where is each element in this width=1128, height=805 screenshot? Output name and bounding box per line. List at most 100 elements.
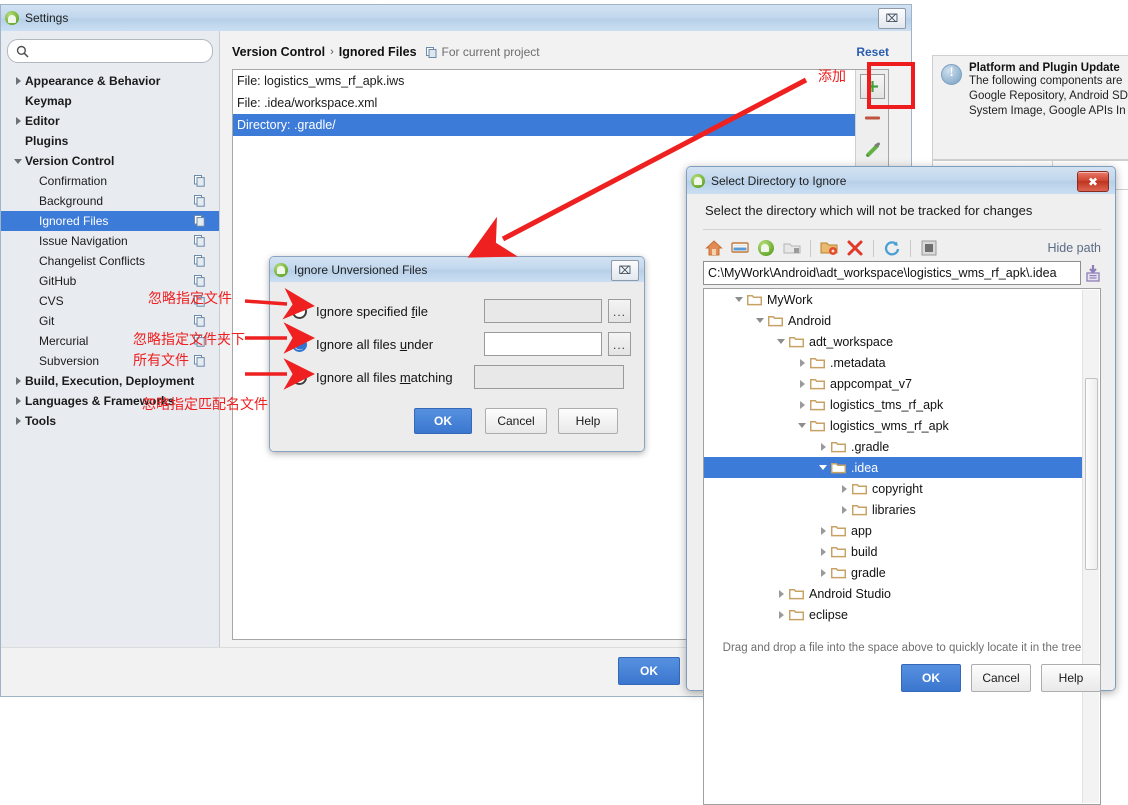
directory-tree-row[interactable]: logistics_tms_rf_apk: [704, 394, 1083, 415]
sidebar-item-confirmation[interactable]: Confirmation: [1, 171, 219, 191]
path-input[interactable]: C:\MyWork\Android\adt_workspace\logistic…: [703, 261, 1081, 285]
directory-tree-row[interactable]: eclipse: [704, 604, 1083, 625]
all-files-under-input[interactable]: [484, 332, 602, 356]
search-input[interactable]: [7, 39, 213, 63]
copy-icon[interactable]: [194, 195, 205, 210]
ignored-file-row[interactable]: File: .idea/workspace.xml: [233, 92, 856, 114]
directory-tree-row[interactable]: libraries: [704, 499, 1083, 520]
scrollbar-thumb[interactable]: [1085, 378, 1098, 570]
sidebar-item-changelist-conflicts[interactable]: Changelist Conflicts: [1, 251, 219, 271]
directory-ok-button[interactable]: OK: [901, 664, 961, 692]
chevron-down-icon[interactable]: [752, 318, 768, 323]
all-files-under-browse-button[interactable]: ...: [608, 332, 631, 356]
directory-tree-scrollbar[interactable]: [1082, 290, 1099, 803]
settings-category-tree[interactable]: Appearance & Behavior Keymap Editor Plugins…: [1, 67, 219, 431]
directory-tree-row[interactable]: .idea: [704, 457, 1083, 478]
folder-icon: [852, 483, 867, 495]
radio-ignore-all-files-matching[interactable]: [292, 369, 307, 385]
sidebar-item-issue-navigation[interactable]: Issue Navigation: [1, 231, 219, 251]
directory-dialog-close-button[interactable]: ✖: [1077, 171, 1109, 192]
sidebar-item-appearance-behavior[interactable]: Appearance & Behavior: [1, 71, 219, 91]
copy-icon[interactable]: [194, 235, 205, 250]
chevron-down-icon[interactable]: [731, 297, 747, 302]
sidebar-item-tools[interactable]: Tools: [1, 411, 219, 431]
directory-tree-row[interactable]: MyWork: [704, 289, 1083, 310]
copy-icon[interactable]: [194, 215, 205, 230]
directory-tree-row[interactable]: copyright: [704, 478, 1083, 499]
sidebar-item-plugins[interactable]: Plugins: [1, 131, 219, 151]
chevron-right-icon[interactable]: [815, 547, 831, 556]
reset-link[interactable]: Reset: [856, 45, 889, 59]
sidebar-item-background[interactable]: Background: [1, 191, 219, 211]
directory-tree-row[interactable]: Android: [704, 310, 1083, 331]
copy-icon[interactable]: [194, 315, 205, 330]
sidebar-item-git[interactable]: Git: [1, 311, 219, 331]
ignored-file-row[interactable]: File: logistics_wms_rf_apk.iws: [233, 70, 856, 92]
sidebar-item-editor[interactable]: Editor: [1, 111, 219, 131]
chevron-down-icon[interactable]: [773, 339, 789, 344]
radio-ignore-specified-file[interactable]: [292, 303, 307, 319]
radio-label-all-files-matching: Ignore all files matching: [316, 369, 453, 385]
directory-tree-row[interactable]: appcompat_v7: [704, 373, 1083, 394]
chevron-right-icon[interactable]: [773, 589, 789, 598]
refresh-icon[interactable]: [881, 237, 903, 259]
add-button[interactable]: [856, 70, 888, 102]
radio-row-specified-file[interactable]: Ignore specified file: [292, 300, 428, 322]
chevron-right-icon[interactable]: [773, 610, 789, 619]
directory-cancel-button[interactable]: Cancel: [971, 664, 1031, 692]
chevron-right-icon[interactable]: [836, 484, 852, 493]
directory-tree-row[interactable]: logistics_wms_rf_apk: [704, 415, 1083, 436]
directory-tree-row[interactable]: build: [704, 541, 1083, 562]
new-folder-icon[interactable]: [818, 237, 840, 259]
sidebar-item-version-control[interactable]: Version Control: [1, 151, 219, 171]
desktop-icon[interactable]: [729, 237, 751, 259]
directory-tree[interactable]: MyWork Android adt_workspace .metadata appco…: [703, 288, 1101, 805]
copy-icon[interactable]: [194, 255, 205, 270]
directory-tree-row[interactable]: app: [704, 520, 1083, 541]
sidebar-item-ignored-files[interactable]: Ignored Files: [1, 211, 219, 231]
directory-tree-row[interactable]: .gradle: [704, 436, 1083, 457]
ignore-dialog-close-button[interactable]: ⌧: [611, 260, 639, 281]
directory-tree-row[interactable]: Android Studio: [704, 583, 1083, 604]
chevron-down-icon[interactable]: [794, 423, 810, 428]
chevron-right-icon[interactable]: [815, 526, 831, 535]
sidebar-item-build-execution-deployment[interactable]: Build, Execution, Deployment: [1, 371, 219, 391]
copy-icon[interactable]: [194, 175, 205, 190]
directory-tree-row[interactable]: adt_workspace: [704, 331, 1083, 352]
edit-button[interactable]: [856, 134, 888, 166]
folder-locked-icon[interactable]: [781, 237, 803, 259]
chevron-right-icon[interactable]: [815, 568, 831, 577]
home-icon[interactable]: [703, 237, 725, 259]
project-icon[interactable]: [755, 237, 777, 259]
ignore-dialog-ok-button[interactable]: OK: [414, 408, 472, 434]
chevron-right-icon[interactable]: [794, 379, 810, 388]
chevron-right-icon[interactable]: [794, 358, 810, 367]
chevron-right-icon[interactable]: [815, 442, 831, 451]
radio-ignore-all-files-under[interactable]: [292, 336, 307, 352]
remove-button[interactable]: [856, 102, 888, 134]
ignore-dialog-cancel-button[interactable]: Cancel: [485, 408, 547, 434]
specified-file-browse-button[interactable]: ...: [608, 299, 631, 323]
specified-file-input[interactable]: [484, 299, 602, 323]
hide-path-link[interactable]: Hide path: [1047, 241, 1101, 255]
delete-icon[interactable]: [844, 237, 866, 259]
directory-tree-rows[interactable]: MyWork Android adt_workspace .metadata appco…: [704, 289, 1083, 625]
directory-tree-row[interactable]: .metadata: [704, 352, 1083, 373]
directory-help-button[interactable]: Help: [1041, 664, 1101, 692]
ignore-dialog-help-button[interactable]: Help: [558, 408, 618, 434]
save-icon[interactable]: [1085, 264, 1101, 282]
copy-icon[interactable]: [194, 355, 205, 370]
all-files-matching-input[interactable]: [474, 365, 624, 389]
directory-tree-row[interactable]: gradle: [704, 562, 1083, 583]
sidebar-item-keymap[interactable]: Keymap: [1, 91, 219, 111]
chevron-right-icon[interactable]: [836, 505, 852, 514]
settings-close-button[interactable]: ⌧: [878, 8, 906, 29]
settings-ok-button[interactable]: OK: [618, 657, 680, 685]
radio-row-all-files-matching[interactable]: Ignore all files matching: [292, 366, 453, 388]
chevron-right-icon[interactable]: [794, 400, 810, 409]
show-hidden-icon[interactable]: [918, 237, 940, 259]
breadcrumb-root: Version Control: [232, 45, 326, 59]
chevron-down-icon[interactable]: [815, 465, 831, 470]
ignored-file-row[interactable]: Directory: .gradle/: [233, 114, 856, 136]
radio-row-all-files-under[interactable]: Ignore all files under: [292, 333, 433, 355]
